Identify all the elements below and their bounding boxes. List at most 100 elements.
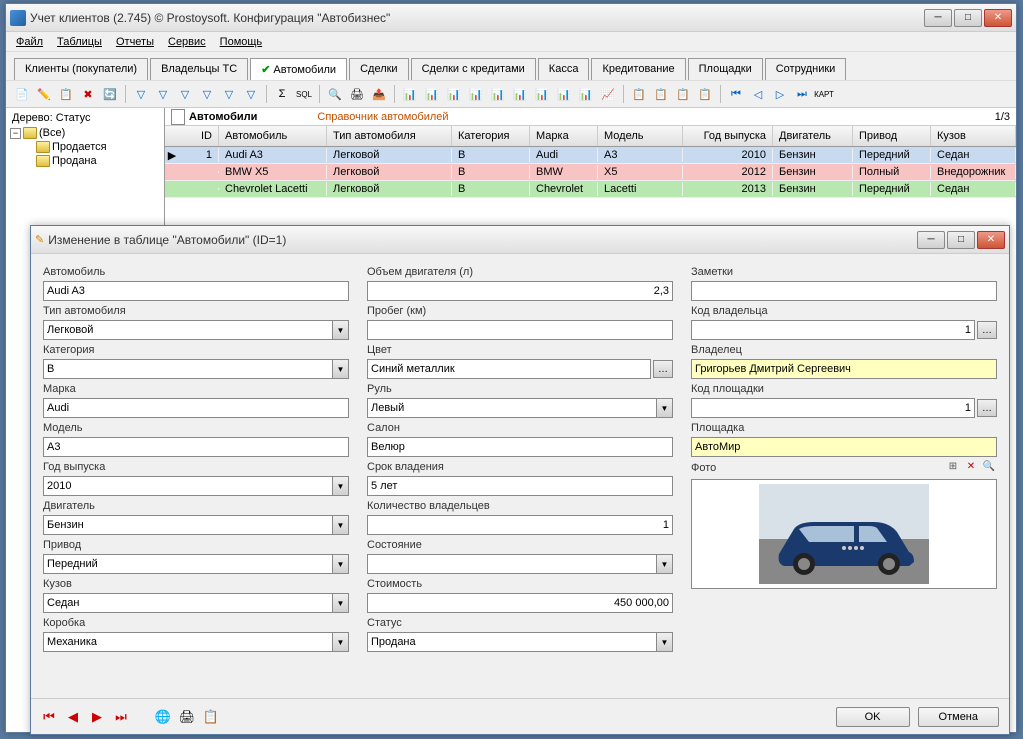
export-icon[interactable]: 📤 (369, 84, 389, 104)
car-name-input[interactable]: Audi A3 (43, 281, 349, 301)
tab-sites[interactable]: Площадки (688, 58, 763, 80)
view1-icon[interactable]: 📋 (629, 84, 649, 104)
edit-icon[interactable]: ✏️ (34, 84, 54, 104)
view2-icon[interactable]: 📋 (651, 84, 671, 104)
col-drive[interactable]: Привод (853, 126, 931, 146)
filter5-icon[interactable]: ▽ (219, 84, 239, 104)
footer-print-icon[interactable]: 🖨 (179, 709, 195, 725)
engine-volume-input[interactable]: 2,3 (367, 281, 673, 301)
delete-icon[interactable]: ✖ (78, 84, 98, 104)
col-name[interactable]: Автомобиль (219, 126, 327, 146)
tab-cars[interactable]: ✔Автомобили (250, 58, 347, 80)
tab-credit-deals[interactable]: Сделки с кредитами (411, 58, 536, 80)
photo-preview[interactable] (691, 479, 997, 589)
menu-help[interactable]: Помощь (214, 34, 269, 50)
car-type-combo[interactable]: Легковой▼ (43, 320, 349, 340)
tree-root[interactable]: − (Все) (8, 126, 162, 140)
copy-icon[interactable]: 📋 (56, 84, 76, 104)
owners-count-input[interactable]: 1 (367, 515, 673, 535)
filter1-icon[interactable]: ▽ (131, 84, 151, 104)
sum-icon[interactable]: Σ (272, 84, 292, 104)
tree-item-selling[interactable]: Продается (8, 140, 162, 154)
mileage-input[interactable] (367, 320, 673, 340)
site-code-input[interactable]: 1 (691, 398, 975, 418)
tab-owners[interactable]: Владельцы ТС (150, 58, 248, 80)
col-brand[interactable]: Марка (530, 126, 598, 146)
next-icon[interactable]: ▷ (770, 84, 790, 104)
gearbox-combo[interactable]: Механика▼ (43, 632, 349, 652)
export5-icon[interactable]: 📊 (488, 84, 508, 104)
owner-code-input[interactable]: 1 (691, 320, 975, 340)
chevron-down-icon[interactable]: ▼ (656, 555, 672, 573)
model-input[interactable]: A3 (43, 437, 349, 457)
nav-prev-icon[interactable]: ◀ (65, 709, 81, 725)
minimize-button[interactable]: ─ (924, 9, 952, 27)
chevron-down-icon[interactable]: ▼ (332, 516, 348, 534)
interior-input[interactable]: Велюр (367, 437, 673, 457)
menu-reports[interactable]: Отчеты (110, 34, 160, 50)
engine-combo[interactable]: Бензин▼ (43, 515, 349, 535)
wheel-combo[interactable]: Левый▼ (367, 398, 673, 418)
nav-next-icon[interactable]: ▶ (89, 709, 105, 725)
category-combo[interactable]: B▼ (43, 359, 349, 379)
filter4-icon[interactable]: ▽ (197, 84, 217, 104)
chevron-down-icon[interactable]: ▼ (332, 321, 348, 339)
dialog-close-button[interactable]: ✕ (977, 231, 1005, 249)
export8-icon[interactable]: 📊 (554, 84, 574, 104)
cancel-button[interactable]: Отмена (918, 707, 999, 727)
nav-last-icon[interactable]: ⏭ (113, 709, 129, 725)
tab-cashbox[interactable]: Касса (538, 58, 590, 80)
color-lookup-button[interactable]: … (653, 360, 673, 378)
maximize-button[interactable]: □ (954, 9, 982, 27)
filter3-icon[interactable]: ▽ (175, 84, 195, 104)
table-row[interactable]: ▶ 1 Audi A3 Легковой B Audi A3 2010 Бенз… (165, 147, 1016, 164)
col-engine[interactable]: Двигатель (773, 126, 853, 146)
export3-icon[interactable]: 📊 (444, 84, 464, 104)
export2-icon[interactable]: 📊 (422, 84, 442, 104)
find-icon[interactable]: 🔍 (325, 84, 345, 104)
table-row[interactable]: BMW X5 Легковой B BMW X5 2012 Бензин Пол… (165, 164, 1016, 181)
tab-employees[interactable]: Сотрудники (765, 58, 847, 80)
tab-crediting[interactable]: Кредитование (591, 58, 685, 80)
ok-button[interactable]: OK (836, 707, 910, 727)
drive-combo[interactable]: Передний▼ (43, 554, 349, 574)
first-icon[interactable]: ⏮ (726, 84, 746, 104)
view3-icon[interactable]: 📋 (673, 84, 693, 104)
col-cat[interactable]: Категория (452, 126, 530, 146)
export6-icon[interactable]: 📊 (510, 84, 530, 104)
color-input[interactable]: Синий металлик (367, 359, 651, 379)
footer-globe-icon[interactable]: 🌐 (155, 709, 171, 725)
cart-icon[interactable]: КАРТ (814, 84, 834, 104)
photo-zoom-icon[interactable]: 🔍 (981, 459, 997, 473)
menu-file[interactable]: Файл (10, 34, 49, 50)
close-button[interactable]: ✕ (984, 9, 1012, 27)
body-combo[interactable]: Седан▼ (43, 593, 349, 613)
site-lookup-button[interactable]: … (977, 399, 997, 417)
col-year[interactable]: Год выпуска (683, 126, 773, 146)
tree-toggle-icon[interactable]: − (10, 128, 21, 139)
dialog-minimize-button[interactable]: ─ (917, 231, 945, 249)
owner-lookup-button[interactable]: … (977, 321, 997, 339)
menu-service[interactable]: Сервис (162, 34, 212, 50)
menu-tables[interactable]: Таблицы (51, 34, 108, 50)
nav-first-icon[interactable]: ⏮ (41, 709, 57, 725)
new-icon[interactable]: 📄 (12, 84, 32, 104)
col-body[interactable]: Кузов (931, 126, 1016, 146)
export1-icon[interactable]: 📊 (400, 84, 420, 104)
col-type[interactable]: Тип автомобиля (327, 126, 452, 146)
tab-deals[interactable]: Сделки (349, 58, 409, 80)
ownership-input[interactable]: 5 лет (367, 476, 673, 496)
chevron-down-icon[interactable]: ▼ (656, 399, 672, 417)
tree-item-sold[interactable]: Продана (8, 154, 162, 168)
chart-icon[interactable]: 📈 (598, 84, 618, 104)
refresh-icon[interactable]: 🔄 (100, 84, 120, 104)
export4-icon[interactable]: 📊 (466, 84, 486, 104)
print-icon[interactable]: 🖨 (347, 84, 367, 104)
export7-icon[interactable]: 📊 (532, 84, 552, 104)
chevron-down-icon[interactable]: ▼ (332, 594, 348, 612)
chevron-down-icon[interactable]: ▼ (332, 477, 348, 495)
chevron-down-icon[interactable]: ▼ (656, 633, 672, 651)
brand-input[interactable]: Audi (43, 398, 349, 418)
col-id[interactable]: ID (179, 126, 219, 146)
status-combo[interactable]: Продана▼ (367, 632, 673, 652)
